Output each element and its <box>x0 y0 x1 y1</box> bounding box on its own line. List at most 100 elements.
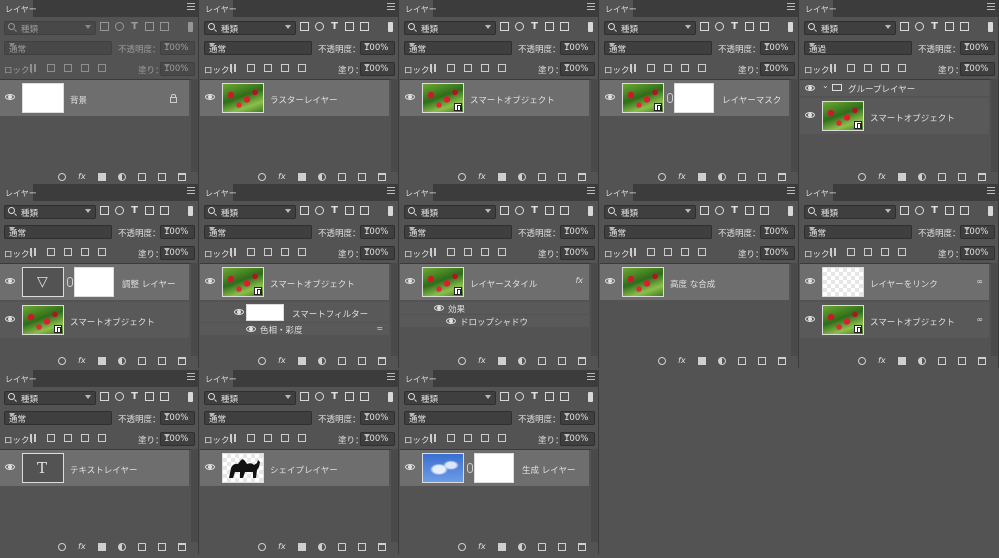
type-filter-icon[interactable]: T <box>130 22 139 32</box>
pixel-filter-icon[interactable] <box>100 206 109 215</box>
layer-row[interactable]: レイヤースタイル fx <box>400 264 589 300</box>
scrollbar[interactable] <box>991 263 998 356</box>
filter-kind-select[interactable]: 種類 <box>804 21 896 35</box>
shape-filter-icon[interactable] <box>545 392 554 401</box>
filter-toggle[interactable] <box>788 206 793 216</box>
layer-name[interactable]: レイヤーをリンク <box>870 278 938 290</box>
eye-icon[interactable] <box>405 278 415 284</box>
folder-icon[interactable] <box>138 543 146 551</box>
adjustment-icon[interactable] <box>518 543 526 551</box>
layer-row[interactable]: スマートオブジェクト <box>0 302 189 338</box>
lock-transparent-icon[interactable] <box>430 248 438 256</box>
filter-toggle[interactable] <box>388 22 393 32</box>
filter-kind-select[interactable]: 種類 <box>204 21 296 35</box>
smart-object-filter-icon[interactable] <box>360 392 369 401</box>
adjustment-icon[interactable] <box>918 357 926 365</box>
shape-filter-icon[interactable] <box>945 206 954 215</box>
pixel-filter-icon[interactable] <box>700 206 709 215</box>
eye-icon[interactable] <box>805 112 815 118</box>
fx-icon[interactable]: fx <box>878 172 886 181</box>
layer-name[interactable]: 生成 レイヤー <box>522 464 575 476</box>
adjustment-filter-icon[interactable] <box>915 206 924 215</box>
smart-object-filter-icon[interactable] <box>360 206 369 215</box>
lock-all-icon[interactable] <box>498 434 506 442</box>
filter-kind-select[interactable]: 種類 <box>404 205 496 219</box>
adjustment-icon[interactable] <box>718 357 726 365</box>
filter-toggle[interactable] <box>388 392 393 402</box>
lock-artboard-icon[interactable] <box>881 248 889 256</box>
adjustment-icon[interactable] <box>118 173 126 181</box>
link-icon[interactable] <box>458 357 466 365</box>
new-layer-icon[interactable] <box>758 357 766 365</box>
scrollbar[interactable] <box>591 449 598 542</box>
eye-icon[interactable] <box>5 464 15 470</box>
lock-pixels-icon[interactable] <box>647 248 655 256</box>
layers-tab[interactable]: レイヤー <box>800 0 837 17</box>
lock-all-icon[interactable] <box>898 248 906 256</box>
lock-pixels-icon[interactable] <box>247 248 255 256</box>
chevron-down-icon[interactable]: ⌄ <box>822 81 829 90</box>
adjustment-filter-icon[interactable] <box>115 22 124 31</box>
smart-object-filter-icon[interactable] <box>160 22 169 31</box>
panel-menu-icon[interactable] <box>387 3 395 11</box>
blend-mode-select[interactable]: 通常 <box>604 225 712 239</box>
adjustment-icon[interactable] <box>118 357 126 365</box>
smart-object-filter-icon[interactable] <box>560 22 569 31</box>
eye-icon[interactable] <box>205 464 215 470</box>
link-icon[interactable] <box>658 357 666 365</box>
lock-position-icon[interactable] <box>864 248 872 256</box>
adjustment-icon[interactable] <box>318 357 326 365</box>
new-layer-icon[interactable] <box>958 357 966 365</box>
eye-icon[interactable] <box>246 326 256 332</box>
type-filter-icon[interactable]: T <box>330 206 339 216</box>
trash-icon[interactable] <box>378 173 386 181</box>
lock-transparent-icon[interactable] <box>30 434 38 442</box>
smart-object-filter-icon[interactable] <box>760 206 769 215</box>
folder-icon[interactable] <box>938 357 946 365</box>
mask-icon[interactable] <box>698 173 706 181</box>
new-layer-icon[interactable] <box>358 543 366 551</box>
panel-menu-icon[interactable] <box>587 373 595 381</box>
shape-filter-icon[interactable] <box>545 22 554 31</box>
lock-position-icon[interactable] <box>464 434 472 442</box>
fill-input[interactable]: 100% <box>760 62 795 76</box>
fx-icon[interactable]: fx <box>478 356 486 365</box>
lock-transparent-icon[interactable] <box>630 64 638 72</box>
fill-input[interactable]: 100% <box>160 246 195 260</box>
new-layer-icon[interactable] <box>158 543 166 551</box>
lock-position-icon[interactable] <box>264 434 272 442</box>
opacity-input[interactable]: 100% <box>560 225 595 239</box>
layers-tab[interactable]: レイヤー <box>800 184 837 201</box>
layer-name[interactable]: テキストレイヤー <box>70 464 138 476</box>
opacity-input[interactable]: 100% <box>760 41 795 55</box>
filter-kind-select[interactable]: 種類 <box>804 205 896 219</box>
layer-row[interactable]: 生成 レイヤー <box>400 450 589 486</box>
lock-artboard-icon[interactable] <box>881 64 889 72</box>
filter-toggle[interactable] <box>988 22 993 32</box>
scrollbar[interactable] <box>591 263 598 356</box>
adjustment-filter-icon[interactable] <box>715 22 724 31</box>
panel-menu-icon[interactable] <box>787 3 795 11</box>
filter-kind-select[interactable]: 種類 <box>404 21 496 35</box>
new-layer-icon[interactable] <box>958 173 966 181</box>
type-filter-icon[interactable]: T <box>930 206 939 216</box>
lock-all-icon[interactable] <box>298 434 306 442</box>
scrollbar[interactable] <box>591 79 598 172</box>
lock-transparent-icon[interactable] <box>30 64 38 72</box>
folder-icon[interactable] <box>338 357 346 365</box>
layers-tab[interactable]: レイヤー <box>0 370 37 387</box>
new-layer-icon[interactable] <box>358 357 366 365</box>
lock-pixels-icon[interactable] <box>247 434 255 442</box>
blend-mode-select[interactable]: 通常 <box>404 411 512 425</box>
lock-position-icon[interactable] <box>64 434 72 442</box>
type-filter-icon[interactable]: T <box>530 22 539 32</box>
lock-all-icon[interactable] <box>698 64 706 72</box>
pixel-filter-icon[interactable] <box>300 206 309 215</box>
lock-pixels-icon[interactable] <box>47 434 55 442</box>
lock-pixels-icon[interactable] <box>647 64 655 72</box>
new-layer-icon[interactable] <box>558 543 566 551</box>
smart-object-filter-icon[interactable] <box>560 206 569 215</box>
eye-icon[interactable] <box>446 318 456 324</box>
trash-icon[interactable] <box>778 357 786 365</box>
lock-position-icon[interactable] <box>64 248 72 256</box>
